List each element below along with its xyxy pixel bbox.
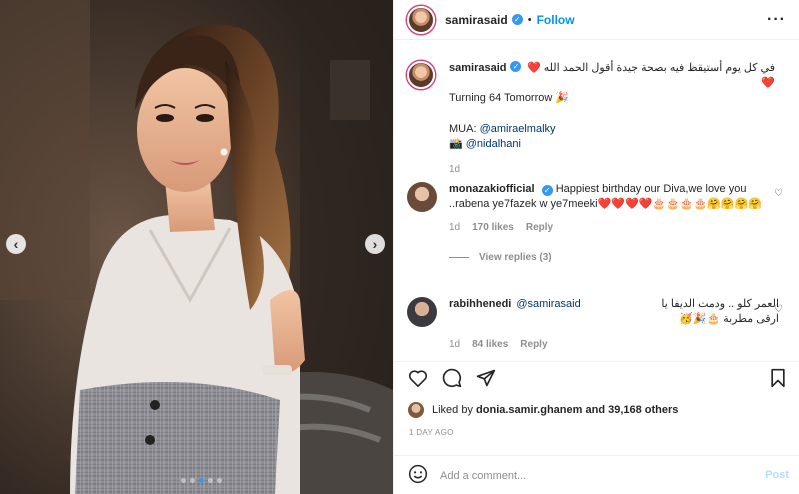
carousel-next-button[interactable]: › (365, 234, 385, 254)
view-replies-label: View replies (3) (479, 252, 552, 263)
carousel-dot (181, 478, 186, 483)
carousel-dot (217, 478, 222, 483)
like-heart-icon[interactable] (408, 368, 428, 388)
separator-dot: • (527, 13, 532, 26)
more-horizontal-icon[interactable]: ··· (767, 11, 786, 29)
carousel-dot (208, 478, 213, 483)
commenter-username[interactable]: monazakiofficial (449, 183, 535, 195)
post-header: samirasaid ✓ • Follow ··· (394, 0, 799, 40)
photo-image (0, 0, 393, 494)
liked-by: Liked by donia.samir.ghanem and 39,168 o… (408, 402, 678, 418)
comment-like-heart-icon[interactable]: ♡ (774, 188, 783, 199)
share-paper-plane-icon[interactable] (476, 368, 496, 388)
camera-emoji: 📸 (449, 138, 463, 150)
comment-likes[interactable]: 170 likes (472, 220, 514, 235)
comment-like-heart-icon[interactable]: ♡ (774, 304, 783, 315)
view-replies-button[interactable]: View replies (3) (449, 250, 779, 265)
replies-line (449, 257, 469, 258)
mua-label: MUA: (449, 123, 477, 135)
liker-avatar[interactable] (408, 402, 424, 418)
verified-badge-icon: ✓ (541, 185, 553, 196)
follow-button[interactable]: Follow (537, 13, 575, 27)
liked-by-prefix: Liked by (432, 404, 473, 416)
liked-by-user-link[interactable]: donia.samir.ghanem (476, 404, 582, 416)
caption-time: 1d (449, 164, 461, 175)
verified-badge-icon: ✓ (511, 14, 523, 25)
comment-mention-link[interactable]: @samirasaid (516, 297, 580, 312)
comment-bubble-icon[interactable] (442, 368, 462, 388)
caption-username[interactable]: samirasaid (449, 61, 506, 91)
photographer-handle-link[interactable]: @nidalhani (466, 138, 521, 150)
comment-time: 1d (449, 222, 461, 233)
post-photo[interactable]: ‹ › (0, 0, 393, 494)
carousel-dots (181, 478, 222, 483)
add-comment-input[interactable] (440, 469, 750, 482)
author-username[interactable]: samirasaid (445, 13, 508, 27)
verified-badge-icon: ✓ (510, 61, 522, 72)
carousel-dot (190, 478, 195, 483)
caption-avatar[interactable] (407, 61, 435, 89)
comment-likes[interactable]: 84 likes (472, 337, 508, 352)
reply-button[interactable]: Reply (520, 337, 547, 352)
mua-handle-link[interactable]: @amiraelmalky (480, 123, 556, 135)
caption-line-arabic: في كل يوم أستيقظ فيه بصحة جيدة أقول الحم… (526, 62, 775, 89)
post-actions: Liked by donia.samir.ghanem and 39,168 o… (394, 361, 799, 494)
comment-time: 1d (449, 339, 461, 350)
author-avatar[interactable] (407, 5, 435, 34)
caption-line-english: Turning 64 Tomorrow 🎉 (449, 92, 570, 104)
carousel-dot-active (199, 478, 204, 483)
post-comment-button[interactable]: Post (765, 469, 789, 481)
reply-button[interactable]: Reply (526, 220, 553, 235)
add-comment-bar: Post (394, 455, 799, 494)
post-timestamp[interactable]: 1 DAY AGO (409, 428, 454, 437)
commenter-avatar[interactable] (407, 182, 437, 212)
save-bookmark-icon[interactable] (768, 368, 788, 388)
post-details-panel: samirasaid ✓ • Follow ··· samirasaid ✓ ف… (393, 0, 799, 494)
liked-by-others-link[interactable]: and 39,168 others (585, 404, 678, 416)
smiley-icon[interactable] (408, 464, 428, 487)
comments-section: samirasaid ✓ في كل يوم أستيقظ فيه بصحة ج… (394, 41, 799, 361)
carousel-prev-button[interactable]: ‹ (6, 234, 26, 254)
commenter-username[interactable]: rabihhenedi (449, 297, 511, 312)
commenter-avatar[interactable] (407, 297, 437, 327)
